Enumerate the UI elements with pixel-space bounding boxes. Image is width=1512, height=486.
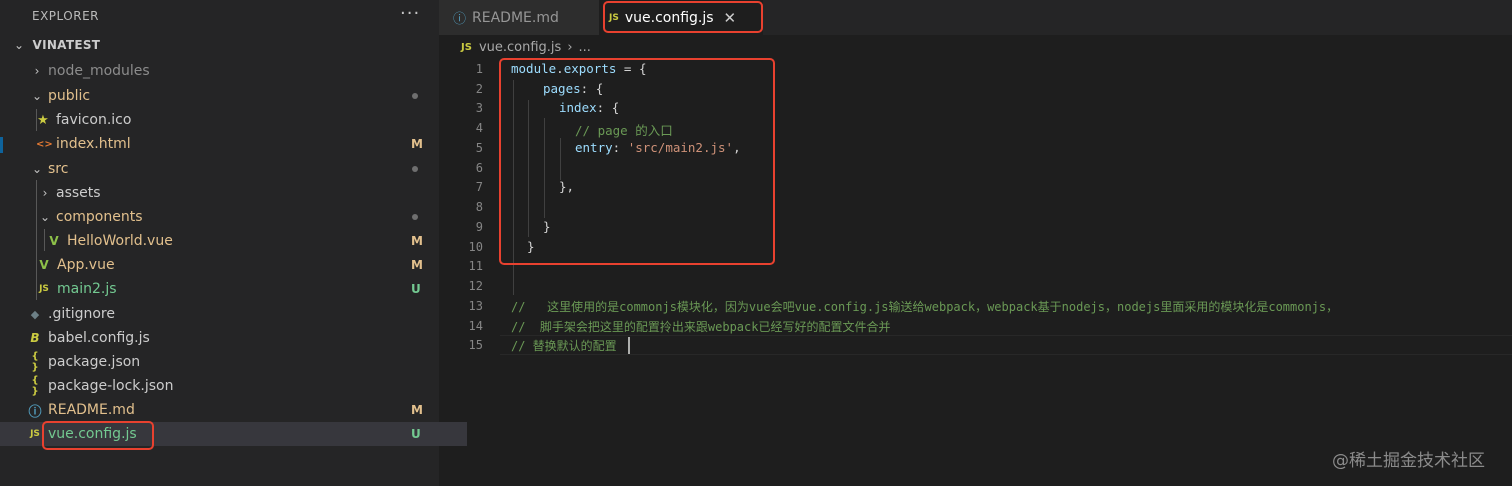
line-number: 5 [475,141,483,155]
highlight-box-tab [603,1,763,33]
workspace-root[interactable]: ⌄ VINATEST [14,38,100,52]
tree-item-index-html[interactable]: <> index.html M [0,132,475,156]
text-cursor [628,337,630,354]
babel-file-icon: B [30,331,40,345]
tree-item-babel-config[interactable]: B babel.config.js [0,326,467,350]
star-file-icon: ★ [37,112,49,128]
chevron-down-icon: ⌄ [39,210,51,224]
tree-item-label: package-lock.json [48,378,174,394]
chevron-down-icon: ⌄ [14,38,25,52]
git-status-badge: M [411,403,423,417]
current-line-highlight [500,335,1512,355]
tree-item-components[interactable]: ⌄ components [0,205,477,229]
watermark: @稀土掘金技术社区 [1332,451,1485,471]
json-file-icon: { } [31,375,39,397]
tree-item-label: main2.js [57,281,117,297]
modified-dot-icon [412,166,418,172]
git-status-badge: M [411,234,423,248]
line-number: 14 [468,319,483,333]
line-number: 2 [475,82,483,96]
tree-item-label: HelloWorld.vue [67,233,173,249]
tree-item-label: .gitignore [48,306,115,322]
tree-item-label: public [48,88,91,104]
tree-item-label: README.md [48,402,135,418]
js-file-icon: JS [39,284,49,294]
code-line: // 脚手架会把这里的配置拎出来跟webpack已经写好的配置文件合并 [511,320,891,334]
tree-item-main2-js[interactable]: JS main2.js U [0,277,476,301]
line-number: 10 [468,240,483,254]
tree-item-gitignore[interactable]: ◆ .gitignore [0,302,467,326]
line-number: 13 [468,299,483,313]
chevron-down-icon: ⌄ [31,162,43,176]
tree-item-label: components [56,209,143,225]
line-number: 15 [468,338,483,352]
tree-item-node-modules[interactable]: › node_modules [0,59,469,83]
tree-item-package-json[interactable]: { } package.json [0,350,467,374]
line-number: 6 [475,161,483,175]
tree-item-favicon[interactable]: ★ favicon.ico [0,108,475,132]
line-number: 11 [468,259,483,273]
highlight-box-code [499,58,775,265]
line-number: 9 [475,220,483,234]
git-status-badge: U [411,427,421,441]
tree-item-public[interactable]: ⌄ public [0,84,469,108]
explorer-title: EXPLORER [32,9,99,23]
modified-dot-icon [412,93,418,99]
git-file-icon: ◆ [30,307,40,321]
line-number: 3 [475,101,483,115]
js-icon: JS [461,42,472,53]
tree-item-package-lock-json[interactable]: { } package-lock.json [0,374,467,398]
chevron-right-icon: › [567,40,573,55]
explorer-sidebar: EXPLORER ··· ⌄ VINATEST › node_modules ⌄… [0,0,467,486]
tree-item-src[interactable]: ⌄ src [0,157,469,181]
line-number: 1 [475,62,483,76]
tree-item-label: babel.config.js [48,330,150,346]
highlight-box-file [42,421,154,450]
chevron-right-icon: › [34,64,40,78]
html-file-icon: <> [36,138,53,150]
tab-readme[interactable]: ⓘ README.md [439,0,599,35]
modified-dot-icon [412,214,418,220]
tree-item-label: index.html [56,136,131,152]
vue-file-icon: V [49,234,59,248]
chevron-down-icon: ⌄ [31,89,43,103]
tree-item-app-vue[interactable]: V App.vue M [0,253,476,277]
breadcrumb-symbol[interactable]: ... [579,40,591,55]
tree-item-label: node_modules [48,63,150,79]
git-status-badge: M [411,137,423,151]
tree-item-label: favicon.ico [56,112,132,128]
code-line: // 这里使用的是commonjs模块化，因为vue会吧vue.config.j… [511,300,1339,314]
js-file-icon: JS [30,429,40,439]
vue-file-icon: V [39,258,49,272]
tree-item-assets[interactable]: › assets [0,181,477,205]
tree-item-label: src [48,161,69,177]
tree-item-label: package.json [48,354,141,370]
tree-item-label: assets [56,185,101,201]
tree-item-helloworld-vue[interactable]: V HelloWorld.vue M [0,229,486,253]
tree-item-label: App.vue [57,257,115,273]
info-icon: ⓘ [453,12,467,27]
json-file-icon: { } [31,351,39,373]
line-number: 4 [475,121,483,135]
git-status-badge: U [411,282,421,296]
activity-indicator [0,137,3,153]
line-number: 7 [475,180,483,194]
info-file-icon: ⓘ [28,404,42,420]
code-line: // 替换默认的配置 [511,339,617,353]
breadcrumb: JS vue.config.js › ... [461,40,591,55]
more-actions-icon[interactable]: ··· [400,3,420,24]
line-number: 8 [475,200,483,214]
chevron-right-icon: › [42,186,48,200]
editor-tab-bar: ⓘ README.md JS vue.config.js ✕ [439,0,1512,35]
breadcrumb-file[interactable]: vue.config.js [479,40,561,55]
tree-item-readme[interactable]: ⓘ README.md M [0,398,467,422]
tab-label: README.md [472,9,559,26]
workspace-root-label: VINATEST [32,38,101,52]
line-number: 12 [468,279,483,293]
git-status-badge: M [411,258,423,272]
